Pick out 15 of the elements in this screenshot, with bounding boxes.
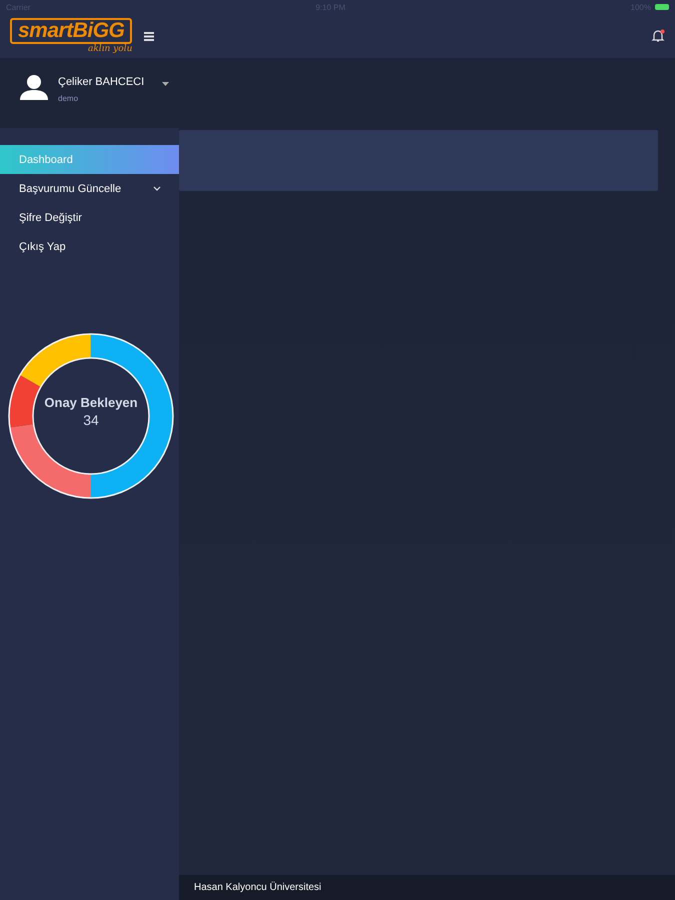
user-role: demo bbox=[58, 94, 80, 103]
footer-text: Hasan Kalyoncu Üniversitesi bbox=[194, 882, 322, 893]
menu-item[interactable]: Şifre Değiştir bbox=[0, 203, 179, 232]
bell-icon[interactable] bbox=[651, 29, 665, 43]
logo-tagline: aklın yolu bbox=[88, 44, 132, 54]
battery-icon bbox=[655, 4, 669, 10]
user-icon bbox=[20, 74, 48, 100]
menu-item[interactable]: Çıkış Yap bbox=[0, 232, 179, 261]
donut-label: Onay Bekleyen bbox=[44, 395, 138, 410]
logo: smartBiGG bbox=[10, 18, 132, 44]
menu-icon[interactable] bbox=[144, 32, 154, 40]
menu-item[interactable]: Başvurumu Güncelle bbox=[0, 174, 179, 203]
caret-icon[interactable] bbox=[162, 82, 170, 87]
user-name[interactable]: Çeliker BAHCECI bbox=[58, 76, 144, 88]
donut-value: 34 bbox=[83, 412, 99, 428]
